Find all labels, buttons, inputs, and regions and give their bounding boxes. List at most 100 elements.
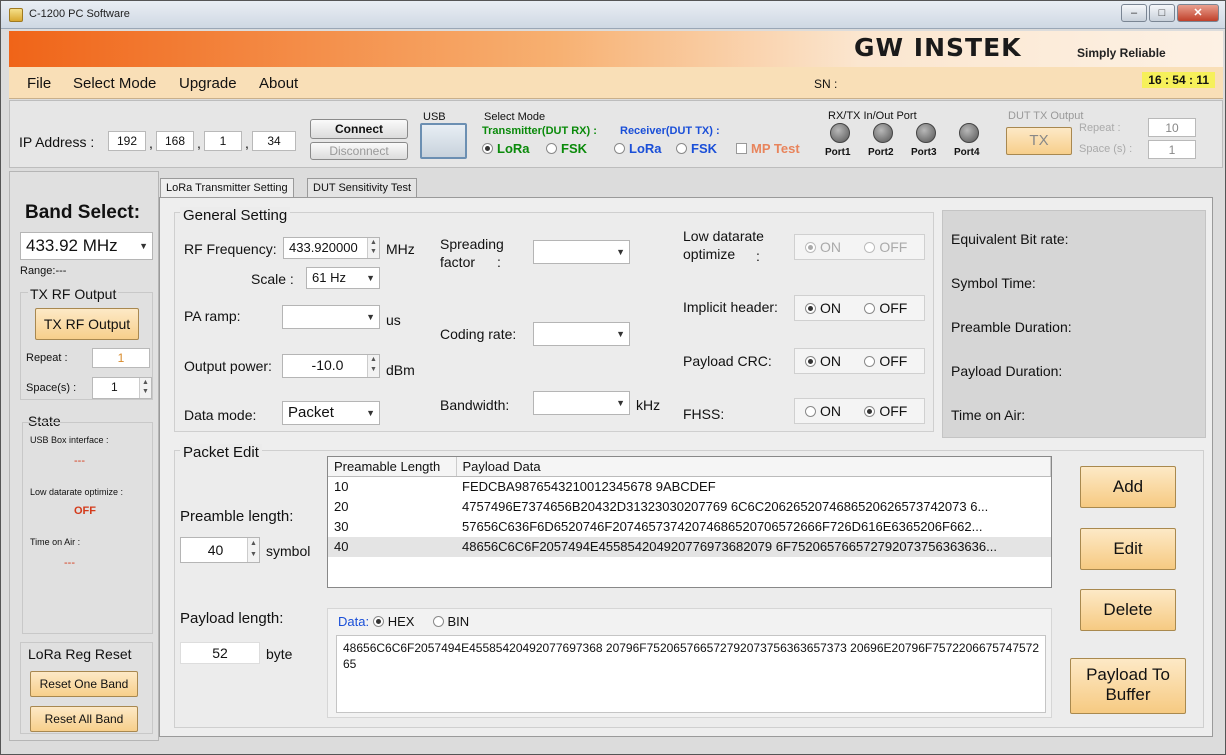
hex-radio[interactable]: HEX [372, 614, 414, 629]
brand-slogan: Simply Reliable [1077, 46, 1166, 60]
space-stepper[interactable]: 1 ▲ ▼ [92, 377, 152, 399]
implicit-header-label: Implicit header: [683, 299, 778, 315]
pa-ramp-unit: us [386, 312, 401, 328]
column-header-payload-data[interactable]: Payload Data [456, 457, 1051, 477]
disconnect-button[interactable]: Disconnect [310, 142, 408, 160]
payload-crc-toggle[interactable]: ON OFF [794, 348, 925, 374]
band-select-dropdown[interactable]: 433.92 MHz ▼ [20, 232, 153, 260]
table-row[interactable]: 30 57656C636F6D6520746F207465737420746865… [328, 517, 1051, 537]
chevron-down-icon: ▼ [616, 398, 625, 408]
repeat-input[interactable]: 1 [92, 348, 150, 368]
chevron-down-icon: ▼ [616, 247, 625, 257]
main-window: C-1200 PC Software – □ ✕ GW INSTEK Simpl… [0, 0, 1226, 755]
general-setting-title: General Setting [180, 207, 291, 224]
tab-lora-transmitter-setting[interactable]: LoRa Transmitter Setting [160, 178, 294, 199]
spreading-factor-colon: : [497, 254, 501, 270]
usb-indicator [420, 123, 467, 159]
column-header-preamble-length[interactable]: Preamable Length [328, 457, 457, 477]
payload-hex-textarea[interactable]: 48656C6C6F2057494E45585420492077697368 2… [336, 635, 1046, 713]
equivalent-bit-rate-label: Equivalent Bit rate: [951, 231, 1069, 247]
table-row[interactable]: 20 4757496E7374656B20432D31323030207769 6… [328, 497, 1051, 517]
payload-to-buffer-button[interactable]: Payload To Buffer [1070, 658, 1186, 714]
add-button[interactable]: Add [1080, 466, 1176, 508]
maximize-button[interactable]: □ [1149, 4, 1175, 22]
radio-icon [546, 143, 557, 154]
receiver-label: Receiver(DUT TX) : [620, 125, 720, 137]
fhss-toggle[interactable]: ON OFF [794, 398, 925, 424]
output-power-unit: dBm [386, 362, 415, 378]
scale-dropdown[interactable]: 61 Hz ▼ [306, 267, 380, 289]
close-button[interactable]: ✕ [1177, 4, 1219, 22]
stepper-arrows-icon: ▲ ▼ [139, 378, 151, 398]
rf-frequency-label: RF Frequency: [184, 241, 277, 257]
usb-label: USB [423, 111, 446, 123]
ldro-toggle[interactable]: ON OFF [794, 234, 925, 260]
mp-test-checkbox[interactable]: MP Test [736, 141, 800, 156]
ip-octet-2[interactable]: 168 [156, 131, 194, 151]
reset-one-band-button[interactable]: Reset One Band [30, 671, 138, 697]
ip-octet-4[interactable]: 34 [252, 131, 296, 151]
data-mode-dropdown[interactable]: Packet ▼ [282, 401, 380, 425]
symbol-time-label: Symbol Time: [951, 275, 1036, 291]
calculation-info-box: Equivalent Bit rate: Symbol Time: Preamb… [942, 210, 1206, 438]
table-row[interactable]: 40 48656C6C6F2057494E45585420492077697368… [328, 536, 1051, 557]
ldro-label: Low datarate [683, 228, 764, 244]
pa-ramp-dropdown[interactable]: ▼ [282, 305, 380, 329]
repeat-label: Repeat : [26, 352, 68, 364]
spreading-factor-label: Spreading [440, 236, 504, 252]
port1-label: Port1 [825, 147, 851, 158]
band-select-title: Band Select: [25, 202, 141, 223]
time-on-air-state-label: Time on Air : [30, 537, 81, 547]
dut-space-input[interactable]: 1 [1148, 140, 1196, 159]
dut-tx-title: DUT TX Output [1008, 110, 1084, 122]
tab-dut-sensitivity-test[interactable]: DUT Sensitivity Test [307, 178, 418, 198]
connect-button[interactable]: Connect [310, 119, 408, 139]
ldro-state-value: OFF [74, 505, 96, 517]
radio-icon [676, 143, 687, 154]
rx-lora-radio[interactable]: LoRa [614, 141, 662, 156]
output-power-stepper[interactable]: -10.0 ▲ ▼ [282, 354, 380, 378]
chevron-down-icon: ▼ [366, 312, 375, 322]
lora-reg-reset-title: LoRa Reg Reset [28, 646, 132, 662]
title-bar: C-1200 PC Software – □ ✕ [1, 1, 1225, 29]
bin-radio[interactable]: BIN [432, 614, 469, 629]
menu-upgrade[interactable]: Upgrade [179, 75, 237, 92]
payload-length-input[interactable]: 52 [180, 642, 260, 664]
menu-file[interactable]: File [27, 75, 51, 92]
tx-fsk-radio[interactable]: FSK [546, 141, 587, 156]
transmitter-label: Transmitter(DUT RX) : [482, 125, 597, 137]
ip-octet-3[interactable]: 1 [204, 131, 242, 151]
port2-led-icon [873, 123, 893, 143]
port3-led-icon [916, 123, 936, 143]
delete-button[interactable]: Delete [1080, 589, 1176, 631]
minimize-button[interactable]: – [1121, 4, 1147, 22]
radio-icon [482, 143, 493, 154]
tx-rf-output-button[interactable]: TX RF Output [35, 308, 139, 340]
dut-repeat-input[interactable]: 10 [1148, 118, 1196, 137]
usb-interface-label: USB Box interface : [30, 435, 109, 445]
chevron-down-icon: ▼ [366, 273, 375, 283]
ip-octet-1[interactable]: 192 [108, 131, 146, 151]
connection-toolbar: IP Address : 192 , 168 , 1 , 34 Connect … [9, 100, 1223, 168]
radio-icon [614, 143, 625, 154]
ldro-colon: : [756, 248, 760, 264]
rx-fsk-radio[interactable]: FSK [676, 141, 717, 156]
spreading-factor-dropdown[interactable]: ▼ [533, 240, 630, 264]
preamble-length-stepper[interactable]: 40 ▲ ▼ [180, 537, 260, 563]
port3-label: Port3 [911, 147, 937, 158]
menu-select-mode[interactable]: Select Mode [73, 75, 156, 92]
menu-about[interactable]: About [259, 75, 298, 92]
usb-interface-value: --- [74, 455, 85, 467]
edit-button[interactable]: Edit [1080, 528, 1176, 570]
reset-all-band-button[interactable]: Reset All Band [30, 706, 138, 732]
bandwidth-dropdown[interactable]: ▼ [533, 391, 630, 415]
state-group [22, 422, 153, 634]
rf-frequency-stepper[interactable]: 433.920000 ▲ ▼ [283, 237, 380, 259]
table-row[interactable]: 10 FEDCBA9876543210012345678 9ABCDEF [328, 477, 1051, 497]
tx-lora-radio[interactable]: LoRa [482, 141, 530, 156]
dut-tx-button[interactable]: TX [1006, 127, 1072, 155]
coding-rate-dropdown[interactable]: ▼ [533, 322, 630, 346]
bandwidth-label: Bandwidth: [440, 397, 510, 413]
menu-bar: File Select Mode Upgrade About SN : 16 :… [9, 67, 1223, 99]
implicit-header-toggle[interactable]: ON OFF [794, 295, 925, 321]
